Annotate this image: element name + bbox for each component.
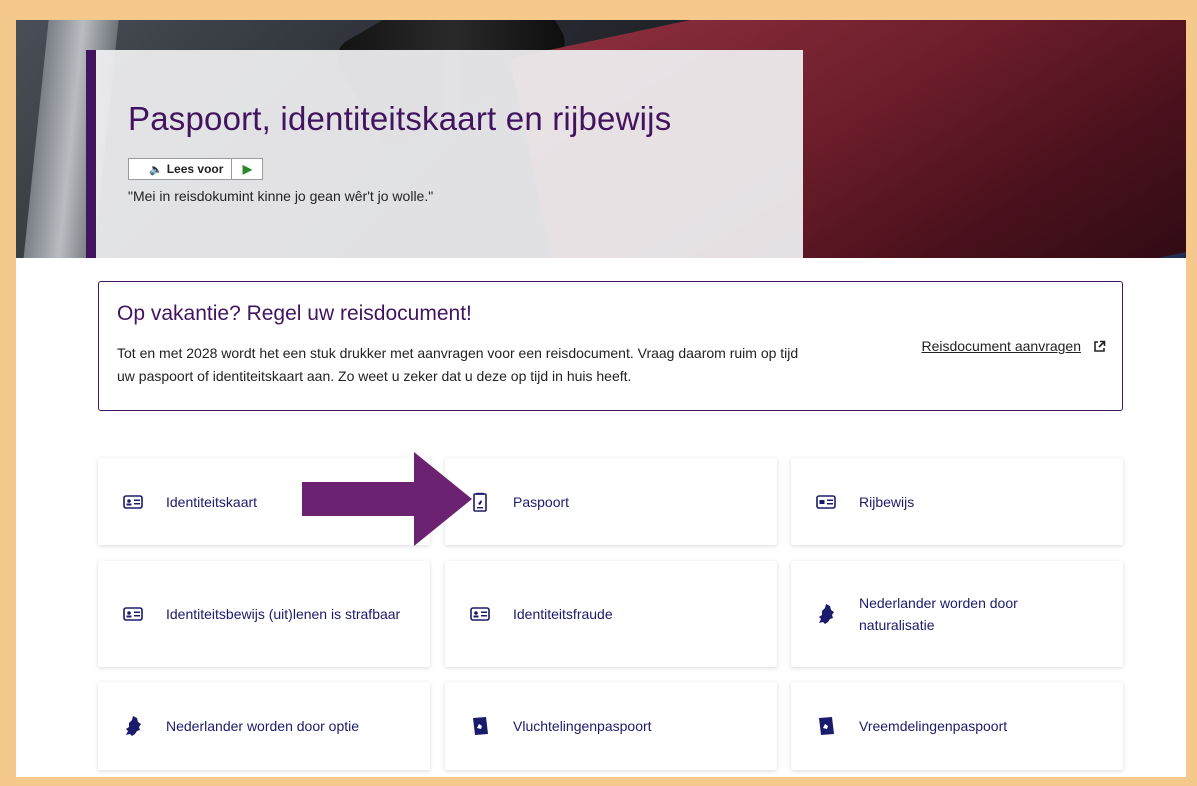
tile-naturalisatie[interactable]: Nederlander worden door naturalisatie (791, 561, 1123, 667)
notice-box: Op vakantie? Regel uw reisdocument! Tot … (98, 281, 1123, 411)
tile-label: Identiteitsfraude (513, 606, 613, 622)
tile-label: Rijbewijs (859, 493, 915, 510)
tile-identiteitsbewijs-uitlenen[interactable]: Identiteitsbewijs (uit)lenen is strafbaa… (98, 561, 430, 667)
tile-rijbewijs[interactable]: Rijbewijs (791, 458, 1123, 545)
hero-quote: "Mei in reisdokumint kinne jo gean wêr't… (128, 188, 434, 204)
id-card-icon (122, 494, 144, 509)
notice-title: Op vakantie? Regel uw reisdocument! (117, 302, 472, 325)
speaker-icon: 🔈 (149, 163, 163, 176)
netherlands-map-icon (815, 603, 837, 625)
notice-text: Tot en met 2028 wordt het een stuk drukk… (117, 345, 799, 384)
tile-vluchtelingenpaspoort[interactable]: Vluchtelingenpaspoort (445, 682, 777, 770)
play-icon[interactable]: ▶ (232, 159, 262, 179)
tile-label: Identiteitsbewijs (uit)lenen is strafbaa… (166, 606, 401, 622)
tile-label: Nederlander worden door naturalisatie (859, 595, 1018, 633)
apply-link-label: Reisdocument aanvragen (921, 338, 1081, 354)
read-aloud-widget: 🔈 Lees voor ▶ (128, 158, 264, 180)
drivers-license-icon (815, 494, 837, 509)
passport-icon (469, 492, 491, 512)
refugee-passport-icon (469, 716, 491, 736)
read-aloud-button[interactable]: 🔈 Lees voor (129, 159, 233, 179)
tile-label: Nederlander worden door optie (166, 718, 360, 734)
id-card-icon (469, 607, 491, 621)
tile-vreemdelingenpaspoort[interactable]: Vreemdelingenpaspoort (791, 682, 1123, 770)
hero-card: Paspoort, identiteitskaart en rijbewijs … (86, 50, 803, 258)
alien-passport-icon (815, 716, 837, 736)
tile-optie[interactable]: Nederlander worden door optie (98, 682, 430, 770)
page-title: Paspoort, identiteitskaart en rijbewijs (128, 100, 672, 137)
tile-identiteitsfraude[interactable]: Identiteitsfraude (445, 561, 777, 667)
netherlands-map-icon (122, 715, 144, 737)
hero-banner: Paspoort, identiteitskaart en rijbewijs … (16, 20, 1186, 258)
tile-label: Vluchtelingenpaspoort (513, 718, 652, 734)
external-link-icon (1094, 340, 1106, 352)
page-frame: Paspoort, identiteitskaart en rijbewijs … (16, 20, 1186, 777)
id-card-icon (122, 607, 144, 621)
tile-label: Identiteitskaart (166, 493, 258, 510)
read-aloud-label: Lees voor (166, 162, 224, 176)
tile-label: Paspoort (513, 493, 570, 510)
tile-paspoort[interactable]: Paspoort (445, 458, 777, 545)
tile-label: Vreemdelingenpaspoort (859, 718, 1008, 734)
pointing-arrow-icon (302, 452, 472, 546)
apply-travel-document-link[interactable]: Reisdocument aanvragen (921, 338, 1106, 354)
